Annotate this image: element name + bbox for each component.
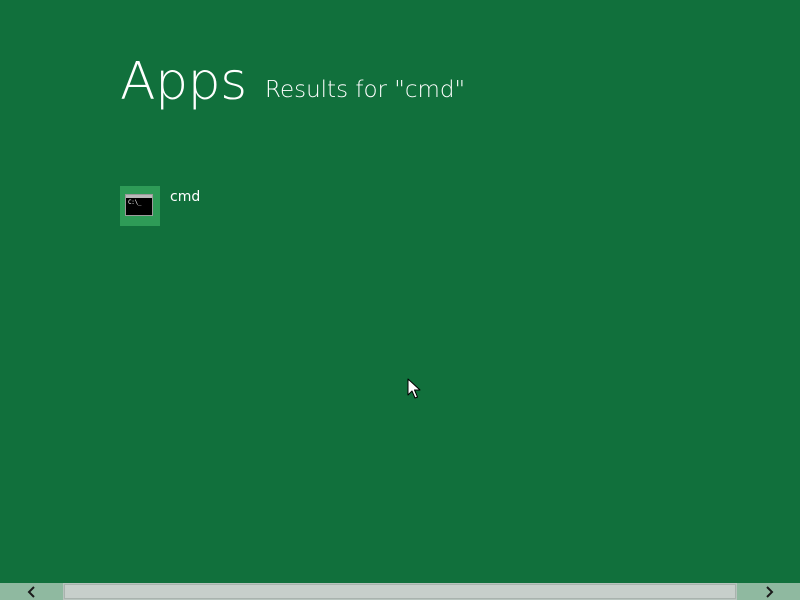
scrollbar-thumb[interactable] (64, 584, 736, 599)
mouse-pointer-icon (407, 378, 421, 399)
search-query: "cmd" (394, 77, 466, 103)
start-search-screen: Apps Results for "cmd" C:\_ cmd (0, 0, 800, 600)
page-title: Apps (120, 52, 247, 112)
horizontal-scrollbar[interactable] (0, 583, 800, 600)
app-result-cmd[interactable]: C:\_ cmd (118, 184, 378, 228)
search-results-subtitle: Results for "cmd" (265, 74, 465, 106)
icon-titlebar (126, 195, 152, 198)
app-result-label[interactable]: cmd (170, 188, 200, 206)
results-prefix: Results for (265, 77, 395, 103)
command-prompt-icon: C:\_ (125, 194, 153, 216)
chevron-right-icon (765, 585, 773, 598)
chevron-left-icon (27, 585, 35, 598)
scroll-right-button[interactable] (737, 583, 800, 600)
app-icon-tile[interactable]: C:\_ (120, 186, 160, 226)
scroll-left-button[interactable] (0, 583, 63, 600)
icon-prompt-text: C:\_ (128, 199, 142, 206)
